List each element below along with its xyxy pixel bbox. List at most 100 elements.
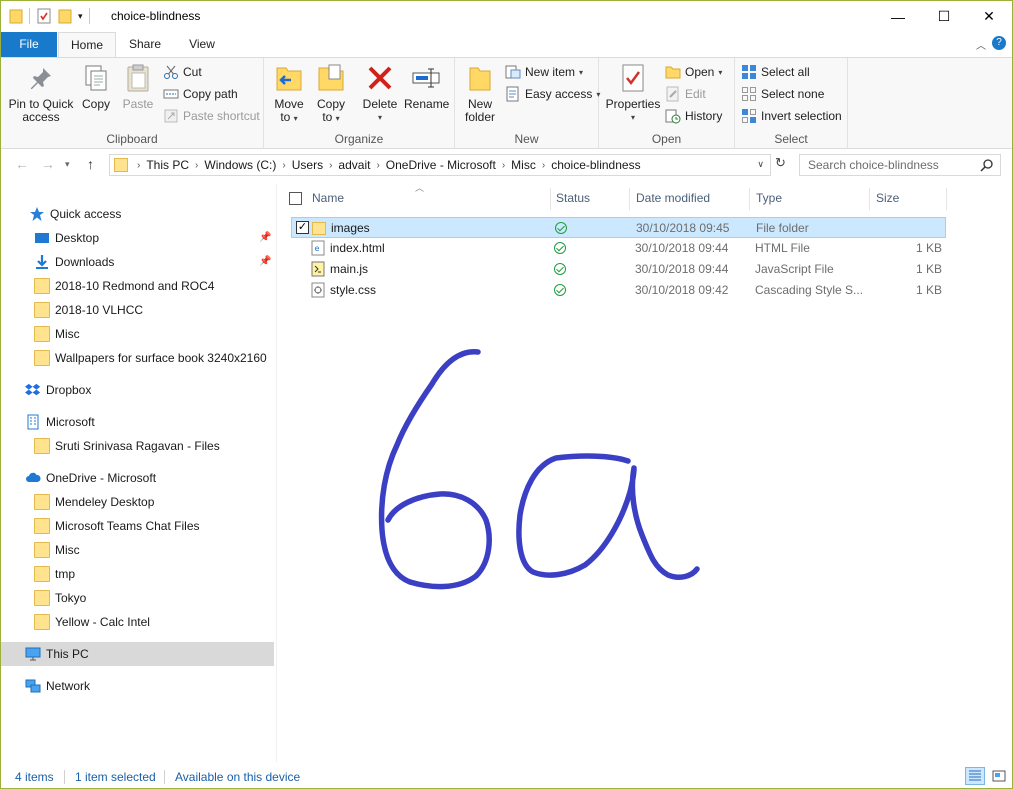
column-header-status[interactable]: Status — [556, 184, 590, 212]
breadcrumb-chevron-icon[interactable]: › — [499, 160, 508, 171]
breadcrumb-windows-c[interactable]: Windows (C:) — [201, 158, 279, 172]
sidebar-item-this-pc[interactable]: This PC — [1, 642, 274, 666]
sidebar-item-folder[interactable]: Mendeley Desktop — [1, 490, 274, 514]
paste-shortcut-button[interactable]: Paste shortcut — [163, 106, 260, 126]
sidebar-item-folder[interactable]: tmp — [1, 562, 274, 586]
breadcrumb-onedrive[interactable]: OneDrive - Microsoft — [383, 158, 499, 172]
edit-button[interactable]: Edit — [665, 84, 706, 104]
sidebar-item-folder[interactable]: 2018-10 Redmond and ROC4 — [1, 274, 274, 298]
breadcrumb-chevron-icon[interactable]: › — [134, 160, 143, 171]
column-header-date-modified[interactable]: Date modified — [636, 184, 710, 212]
sidebar-item-folder[interactable]: 2018-10 VLHCC — [1, 298, 274, 322]
properties-button[interactable]: Properties ▾ — [605, 62, 661, 124]
sidebar-item-downloads[interactable]: Downloads 📌 — [1, 250, 274, 274]
file-row[interactable]: ✓ images 30/10/2018 09:45 File folder — [291, 217, 946, 238]
title-bar: ▾ choice-blindness — ☐ ✕ — [1, 1, 1012, 32]
sidebar-item-quick-access[interactable]: Quick access — [1, 202, 274, 226]
properties-icon[interactable] — [36, 8, 52, 24]
column-divider[interactable] — [946, 188, 947, 210]
sidebar-item-network[interactable]: Network — [1, 674, 274, 698]
breadcrumb-chevron-icon[interactable]: › — [326, 160, 335, 171]
new-item-button[interactable]: New item ▾ — [505, 62, 583, 82]
sidebar-item-folder[interactable]: Microsoft Teams Chat Files — [1, 514, 274, 538]
tab-file[interactable]: File — [1, 32, 57, 57]
sidebar-item-desktop[interactable]: Desktop 📌 — [1, 226, 274, 250]
move-to-button[interactable]: Move to ▾ — [272, 62, 306, 125]
column-divider[interactable] — [550, 188, 551, 210]
column-header-size[interactable]: Size — [876, 184, 899, 212]
tab-view[interactable]: View — [180, 32, 224, 57]
copy-to-button[interactable]: Copy to ▾ — [314, 62, 348, 125]
sidebar-item-onedrive[interactable]: OneDrive - Microsoft — [1, 466, 274, 490]
file-row[interactable]: e index.html 30/10/2018 09:44 HTML File … — [291, 238, 946, 259]
column-divider[interactable] — [749, 188, 750, 210]
easy-access-button[interactable]: Easy access ▾ — [505, 84, 600, 104]
tab-home[interactable]: Home — [58, 32, 116, 58]
tab-share[interactable]: Share — [122, 32, 168, 57]
history-button[interactable]: History — [665, 106, 722, 126]
sidebar-item-dropbox[interactable]: Dropbox — [1, 378, 274, 402]
breadcrumb-users[interactable]: Users — [289, 158, 326, 172]
breadcrumb-chevron-icon[interactable]: › — [192, 160, 201, 171]
breadcrumb-choice-blindness[interactable]: choice-blindness — [548, 158, 643, 172]
maximize-button[interactable]: ☐ — [921, 1, 967, 32]
rename-button[interactable]: Rename — [404, 62, 449, 111]
address-bar[interactable]: › This PC › Windows (C:) › Users › advai… — [109, 154, 771, 176]
select-all-checkbox[interactable] — [289, 184, 307, 212]
new-folder-button[interactable]: New folder — [461, 62, 499, 124]
sidebar-item-folder[interactable]: Sruti Srinivasa Ragavan - Files — [1, 434, 274, 458]
breadcrumb-this-pc[interactable]: This PC — [143, 158, 192, 172]
copy-path-label: Copy path — [183, 87, 238, 101]
refresh-icon[interactable]: ↻ — [775, 155, 786, 171]
details-view-icon[interactable] — [965, 767, 985, 785]
file-row[interactable]: style.css 30/10/2018 09:42 Cascading Sty… — [291, 280, 946, 301]
up-arrow-icon[interactable]: ↑ — [87, 156, 94, 172]
close-button[interactable]: ✕ — [966, 1, 1012, 32]
sidebar-item-microsoft[interactable]: Microsoft — [1, 410, 274, 434]
search-input[interactable]: Search choice-blindness — [799, 154, 1001, 176]
breadcrumb-misc[interactable]: Misc — [508, 158, 539, 172]
breadcrumb-chevron-icon[interactable]: › — [279, 160, 288, 171]
row-checkbox[interactable]: ✓ — [296, 221, 309, 234]
sidebar-item-folder[interactable]: Yellow - Calc Intel — [1, 610, 274, 634]
new-folder-icon[interactable] — [58, 8, 72, 24]
forward-arrow-icon[interactable]: → — [41, 156, 55, 172]
paste-button[interactable]: Paste — [119, 62, 157, 111]
collapse-ribbon-icon[interactable]: ︿ — [976, 37, 986, 52]
breadcrumb-advait[interactable]: advait — [335, 158, 373, 172]
file-row[interactable]: main.js 30/10/2018 09:44 JavaScript File… — [291, 259, 946, 280]
customize-toolbar-icon[interactable]: ▾ — [78, 11, 83, 22]
minimize-button[interactable]: — — [875, 1, 921, 32]
invert-selection-button[interactable]: Invert selection — [741, 106, 842, 126]
svg-text:e: e — [315, 244, 320, 253]
sidebar-item-folder[interactable]: Tokyo — [1, 586, 274, 610]
breadcrumb-chevron-icon[interactable]: › — [373, 160, 382, 171]
column-divider[interactable] — [869, 188, 870, 210]
column-header-name[interactable]: Name — [312, 184, 344, 212]
copy-path-button[interactable]: Copy path — [163, 84, 238, 104]
large-icons-view-icon[interactable] — [989, 767, 1009, 785]
sidebar-item-folder[interactable]: Misc — [1, 322, 274, 346]
delete-button[interactable]: Delete ▾ — [360, 62, 400, 124]
move-to-icon — [273, 62, 305, 94]
sidebar-item-folder[interactable]: Misc — [1, 538, 274, 562]
select-none-button[interactable]: Select none — [741, 84, 824, 104]
copy-button[interactable]: Copy — [79, 62, 113, 111]
pin-to-quick-access-button[interactable]: Pin to Quick access — [7, 62, 75, 124]
open-button[interactable]: Open ▾ — [665, 62, 722, 82]
help-icon[interactable]: ? — [992, 36, 1006, 50]
recent-locations-icon[interactable]: ▾ — [65, 159, 70, 170]
breadcrumb-chevron-icon[interactable]: › — [539, 160, 548, 171]
status-divider — [164, 770, 165, 784]
select-none-icon — [741, 86, 757, 102]
sidebar-item-folder[interactable]: Wallpapers for surface book 3240x2160 — [1, 346, 274, 370]
network-icon — [25, 678, 41, 694]
column-divider[interactable] — [629, 188, 630, 210]
address-dropdown-icon[interactable]: ∨ — [757, 159, 764, 170]
select-all-button[interactable]: Select all — [741, 62, 810, 82]
cut-button[interactable]: Cut — [163, 62, 202, 82]
clipboard-group-label: Clipboard — [106, 132, 158, 146]
column-header-type[interactable]: Type — [756, 184, 782, 212]
new-folder-icon — [464, 62, 496, 94]
back-arrow-icon[interactable]: ← — [15, 156, 29, 172]
